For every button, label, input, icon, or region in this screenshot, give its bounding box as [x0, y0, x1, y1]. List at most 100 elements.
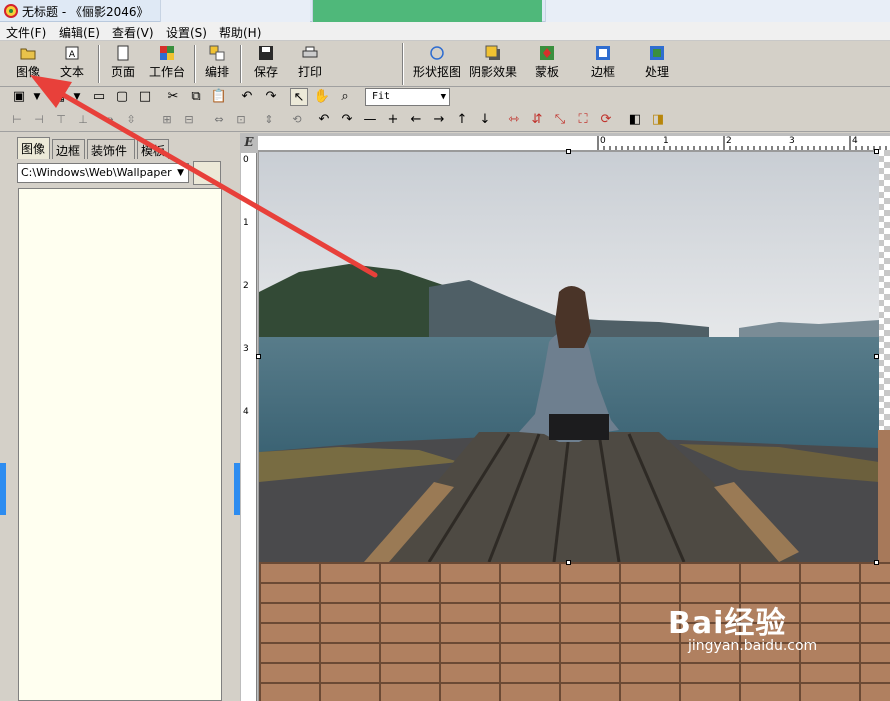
print-button[interactable]: 打印: [292, 45, 328, 83]
chevron-down-icon: ▼: [440, 92, 446, 102]
mask-button-label: 蒙板: [534, 65, 559, 79]
ruler-top: 0 1 2 3 4: [258, 136, 890, 151]
rotate-left-icon[interactable]: ↶: [315, 111, 333, 129]
resize-handle[interactable]: [874, 354, 879, 359]
main-toolbar: 图像 A 文本 页面 工作台 编排 保存 打印 形状抠图 阴影效果 蒙板 边框: [0, 41, 890, 87]
image-button[interactable]: 图像: [8, 45, 48, 83]
photo-image[interactable]: [259, 152, 879, 562]
align-center-icon[interactable]: ⊣: [30, 111, 48, 129]
border-icon: [596, 46, 610, 60]
undo-icon[interactable]: ↶: [238, 88, 256, 106]
resize-handle[interactable]: [874, 560, 879, 565]
hand-icon[interactable]: ✋: [313, 88, 331, 106]
pointer-icon[interactable]: ↖: [290, 88, 308, 106]
process-button[interactable]: 处理: [640, 45, 674, 83]
flip-h-icon[interactable]: ⇿: [505, 111, 523, 129]
mask-button[interactable]: 蒙板: [530, 45, 564, 83]
ruler-mark: 0: [243, 155, 249, 165]
rotate-icon[interactable]: ⟲: [288, 111, 306, 129]
copy-icon[interactable]: ⧉: [187, 88, 205, 106]
background-tab-active[interactable]: [312, 0, 542, 22]
tab-decoration-label: 装饰件: [91, 144, 128, 158]
frame-icon[interactable]: ▢: [113, 88, 131, 106]
distribute-v-icon[interactable]: ⇳: [122, 111, 140, 129]
watermark-url: jingyan.baidu.com: [688, 638, 818, 654]
menu-help[interactable]: 帮助(H): [219, 24, 261, 41]
arrow-right-icon[interactable]: →: [430, 111, 448, 129]
tab-template[interactable]: 模板: [137, 139, 169, 159]
shadow-effect-button[interactable]: 阴影效果: [466, 45, 520, 83]
save-button[interactable]: 保存: [248, 45, 284, 83]
same-width-icon[interactable]: ⇔: [210, 111, 228, 129]
shape-cutout-button[interactable]: 形状抠图: [410, 45, 464, 83]
distribute-h-icon[interactable]: ⇹: [100, 111, 118, 129]
minus-icon[interactable]: —: [361, 111, 379, 129]
arrow-left-icon[interactable]: ←: [407, 111, 425, 129]
zoom-select[interactable]: Fit ▼: [365, 88, 450, 106]
align-top-icon[interactable]: ⊤: [52, 111, 70, 129]
send-back-icon[interactable]: ◨: [649, 111, 667, 129]
rotate-free-icon[interactable]: ⟳: [597, 111, 615, 129]
ruler-mark: 4: [243, 407, 249, 417]
square-icon[interactable]: □: [136, 88, 154, 106]
page-icon: [117, 45, 129, 61]
save-button-label: 保存: [253, 65, 278, 79]
background-tab[interactable]: [160, 0, 310, 22]
same-height-icon[interactable]: ⇕: [260, 111, 278, 129]
align-left-icon[interactable]: ⊢: [8, 111, 26, 129]
image-file-list[interactable]: [18, 188, 222, 701]
redo-icon[interactable]: ↷: [262, 88, 280, 106]
ruler-mark: 1: [243, 218, 249, 228]
bring-front-icon[interactable]: ◧: [626, 111, 644, 129]
panel-splitter-left[interactable]: [0, 463, 6, 515]
resize-handle[interactable]: [566, 149, 571, 154]
monitor-icon[interactable]: ▭: [90, 88, 108, 106]
zoom-icon[interactable]: ⌕: [336, 88, 354, 106]
menu-view[interactable]: 查看(V): [112, 24, 154, 41]
chevron-down-icon[interactable]: ▼: [68, 88, 86, 106]
page-button[interactable]: 页面: [104, 45, 142, 83]
cut-icon[interactable]: ✂: [164, 88, 182, 106]
image-button-label: 图像: [15, 65, 40, 79]
tab-image[interactable]: 图像: [17, 137, 50, 159]
folder-path-select[interactable]: C:\Windows\Web\Wallpaper ▼: [17, 163, 189, 183]
toolbar-separator: [98, 45, 100, 83]
tab-decoration[interactable]: 装饰件: [87, 139, 135, 159]
plus-icon[interactable]: +: [384, 111, 402, 129]
chevron-down-icon[interactable]: ▼: [28, 88, 46, 106]
browse-button[interactable]: [193, 161, 221, 185]
resize-icon[interactable]: ⤡: [551, 111, 569, 129]
resize-handle[interactable]: [874, 149, 879, 154]
resize-handle[interactable]: [256, 354, 261, 359]
crop-icon[interactable]: ⛶: [574, 111, 592, 129]
arrow-down-icon[interactable]: ↓: [476, 111, 494, 129]
workbench-button[interactable]: 工作台: [146, 45, 188, 83]
ruler-mark: 2: [726, 136, 732, 146]
tab-border[interactable]: 边框: [52, 139, 85, 159]
grid-icon[interactable]: ▦: [50, 88, 68, 106]
menu-settings[interactable]: 设置(S): [166, 24, 207, 41]
border-button[interactable]: 边框: [586, 45, 620, 83]
paste-icon[interactable]: 📋: [210, 88, 228, 106]
text-button[interactable]: A 文本: [52, 45, 92, 83]
ruler-mark: 3: [789, 136, 795, 146]
same-size-icon[interactable]: ⊡: [232, 111, 250, 129]
brick-background-edge: [878, 430, 890, 562]
flip-v-icon[interactable]: ⇵: [528, 111, 546, 129]
background-tab[interactable]: [545, 0, 890, 22]
menu-file[interactable]: 文件(F): [6, 24, 46, 41]
center-h-icon[interactable]: ⊞: [158, 111, 176, 129]
toolbar-separator: [194, 45, 196, 83]
resize-handle[interactable]: [566, 560, 571, 565]
arrow-up-icon[interactable]: ↑: [453, 111, 471, 129]
menu-edit[interactable]: 编辑(E): [59, 24, 100, 41]
align-bottom-icon[interactable]: ⊥: [74, 111, 92, 129]
ruler-mark: 2: [243, 281, 249, 291]
rotate-right-icon[interactable]: ↷: [338, 111, 356, 129]
arrange-button[interactable]: 编排: [200, 45, 234, 83]
center-v-icon[interactable]: ⊟: [180, 111, 198, 129]
workbench-icon: [160, 46, 174, 60]
ruler-top-ticks: [597, 136, 887, 151]
brick-background: [259, 562, 890, 701]
layer-icon[interactable]: ▣: [10, 88, 28, 106]
